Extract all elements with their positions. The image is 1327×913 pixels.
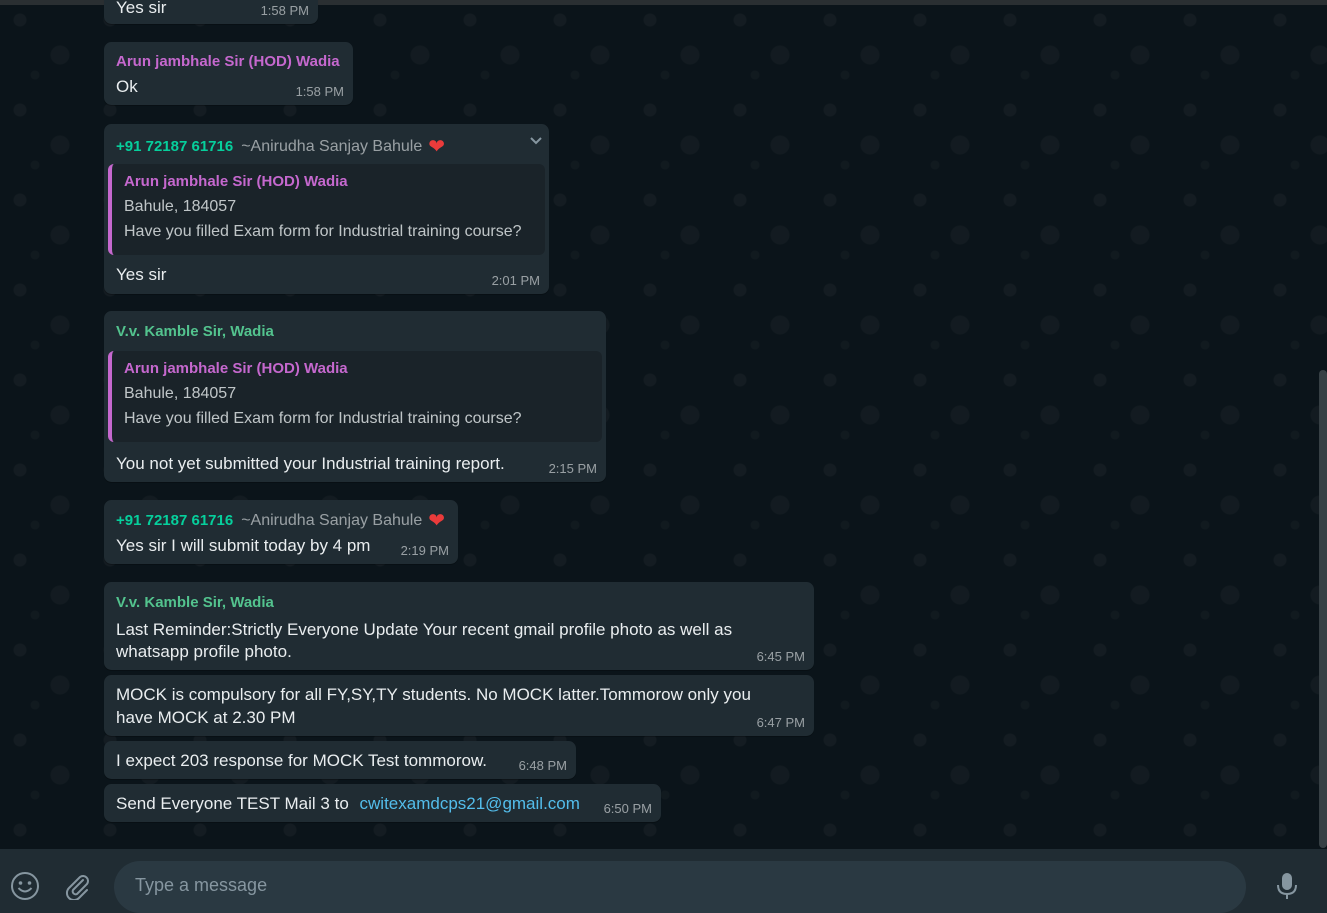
heart-emoji: ❤ [428, 136, 445, 158]
quoted-sender: Arun jambhale Sir (HOD) Wadia [124, 173, 348, 190]
message-sender-line: +91 72187 61716 ~Anirudha Sanjay Bahule ❤ [116, 508, 445, 533]
quoted-line: Have you filled Exam form for Industrial… [124, 223, 522, 240]
message-bubble[interactable]: Arun jambhale Sir (HOD) Wadia Ok 1:58 PM [104, 42, 353, 105]
message-time: 2:19 PM [400, 543, 449, 558]
message-time: 6:47 PM [756, 715, 805, 730]
message-input[interactable]: Type a message [114, 861, 1246, 913]
message-push-name: ~Anirudha Sanjay Bahule [241, 512, 423, 529]
microphone-icon[interactable] [1270, 869, 1304, 903]
emoji-icon[interactable] [8, 869, 42, 903]
paperclip-icon[interactable] [60, 869, 94, 903]
message-text: Ok [116, 77, 138, 96]
message-text: I expect 203 response for MOCK Test tomm… [116, 751, 488, 770]
message-time: 2:15 PM [548, 461, 597, 476]
message-sender-phone[interactable]: +91 72187 61716 [116, 138, 233, 155]
message-bubble[interactable]: +91 72187 61716 ~Anirudha Sanjay Bahule ❤ … [104, 124, 549, 294]
message-sender-phone[interactable]: +91 72187 61716 [116, 512, 233, 529]
message-text: MOCK is compulsory for all FY,SY,TY stud… [116, 685, 751, 704]
message-time: 6:50 PM [603, 801, 652, 816]
composer-bar: Type a message [0, 849, 1327, 913]
quoted-message[interactable]: Arun jambhale Sir (HOD) Wadia Bahule, 18… [108, 164, 545, 255]
message-text: You not yet submitted your Industrial tr… [116, 454, 505, 473]
message-bubble[interactable]: Send Everyone TEST Mail 3 to cwitexamdcp… [104, 784, 661, 822]
chevron-down-icon[interactable] [529, 134, 543, 148]
quoted-line: Bahule, 184057 [124, 198, 237, 215]
message-sender-line: +91 72187 61716 ~Anirudha Sanjay Bahule ❤ [116, 134, 445, 159]
message-text: Last Reminder:Strictly Everyone Update Y… [116, 620, 733, 639]
chat-background: Yes sir 1:58 PM Arun jambhale Sir (HOD) … [0, 0, 1327, 849]
quoted-message[interactable]: Arun jambhale Sir (HOD) Wadia Bahule, 18… [108, 351, 602, 442]
message-sender[interactable]: V.v. Kamble Sir, Wadia [116, 593, 274, 613]
message-text: Yes sir I will submit today by 4 pm [116, 536, 371, 555]
message-sender[interactable]: V.v. Kamble Sir, Wadia [116, 322, 274, 342]
message-sender[interactable]: Arun jambhale Sir (HOD) Wadia [116, 52, 340, 72]
quoted-line: Bahule, 184057 [124, 385, 237, 402]
message-time: 6:48 PM [518, 758, 567, 773]
message-text: Send Everyone TEST Mail 3 to [116, 794, 349, 813]
message-time: 1:58 PM [260, 3, 309, 18]
message-text-line: Send Everyone TEST Mail 3 to cwitexamdcp… [116, 792, 580, 815]
message-text: Yes sir [116, 265, 167, 284]
message-bubble[interactable]: +91 72187 61716 ~Anirudha Sanjay Bahule ❤ … [104, 500, 458, 564]
message-text: Yes sir [116, 0, 167, 17]
message-text: whatsapp profile photo. [116, 642, 292, 661]
quoted-sender: Arun jambhale Sir (HOD) Wadia [124, 360, 348, 377]
message-bubble[interactable]: V.v. Kamble Sir, Wadia Last Reminder:Str… [104, 582, 814, 670]
quoted-line: Have you filled Exam form for Industrial… [124, 410, 522, 427]
message-bubble[interactable]: V.v. Kamble Sir, Wadia Arun jambhale Sir… [104, 311, 606, 482]
message-bubble[interactable]: I expect 203 response for MOCK Test tomm… [104, 741, 576, 779]
message-time: 1:58 PM [295, 84, 344, 99]
scrollbar-thumb[interactable] [1319, 370, 1327, 848]
message-push-name: ~Anirudha Sanjay Bahule [241, 138, 423, 155]
message-bubble[interactable]: Yes sir 1:58 PM [104, 0, 318, 24]
email-link[interactable]: cwitexamdcps21@gmail.com [360, 794, 580, 813]
message-bubble[interactable]: MOCK is compulsory for all FY,SY,TY stud… [104, 675, 814, 736]
message-time: 2:01 PM [491, 273, 540, 288]
message-time: 6:45 PM [756, 649, 805, 664]
message-text: have MOCK at 2.30 PM [116, 708, 296, 727]
heart-emoji: ❤ [428, 510, 445, 532]
